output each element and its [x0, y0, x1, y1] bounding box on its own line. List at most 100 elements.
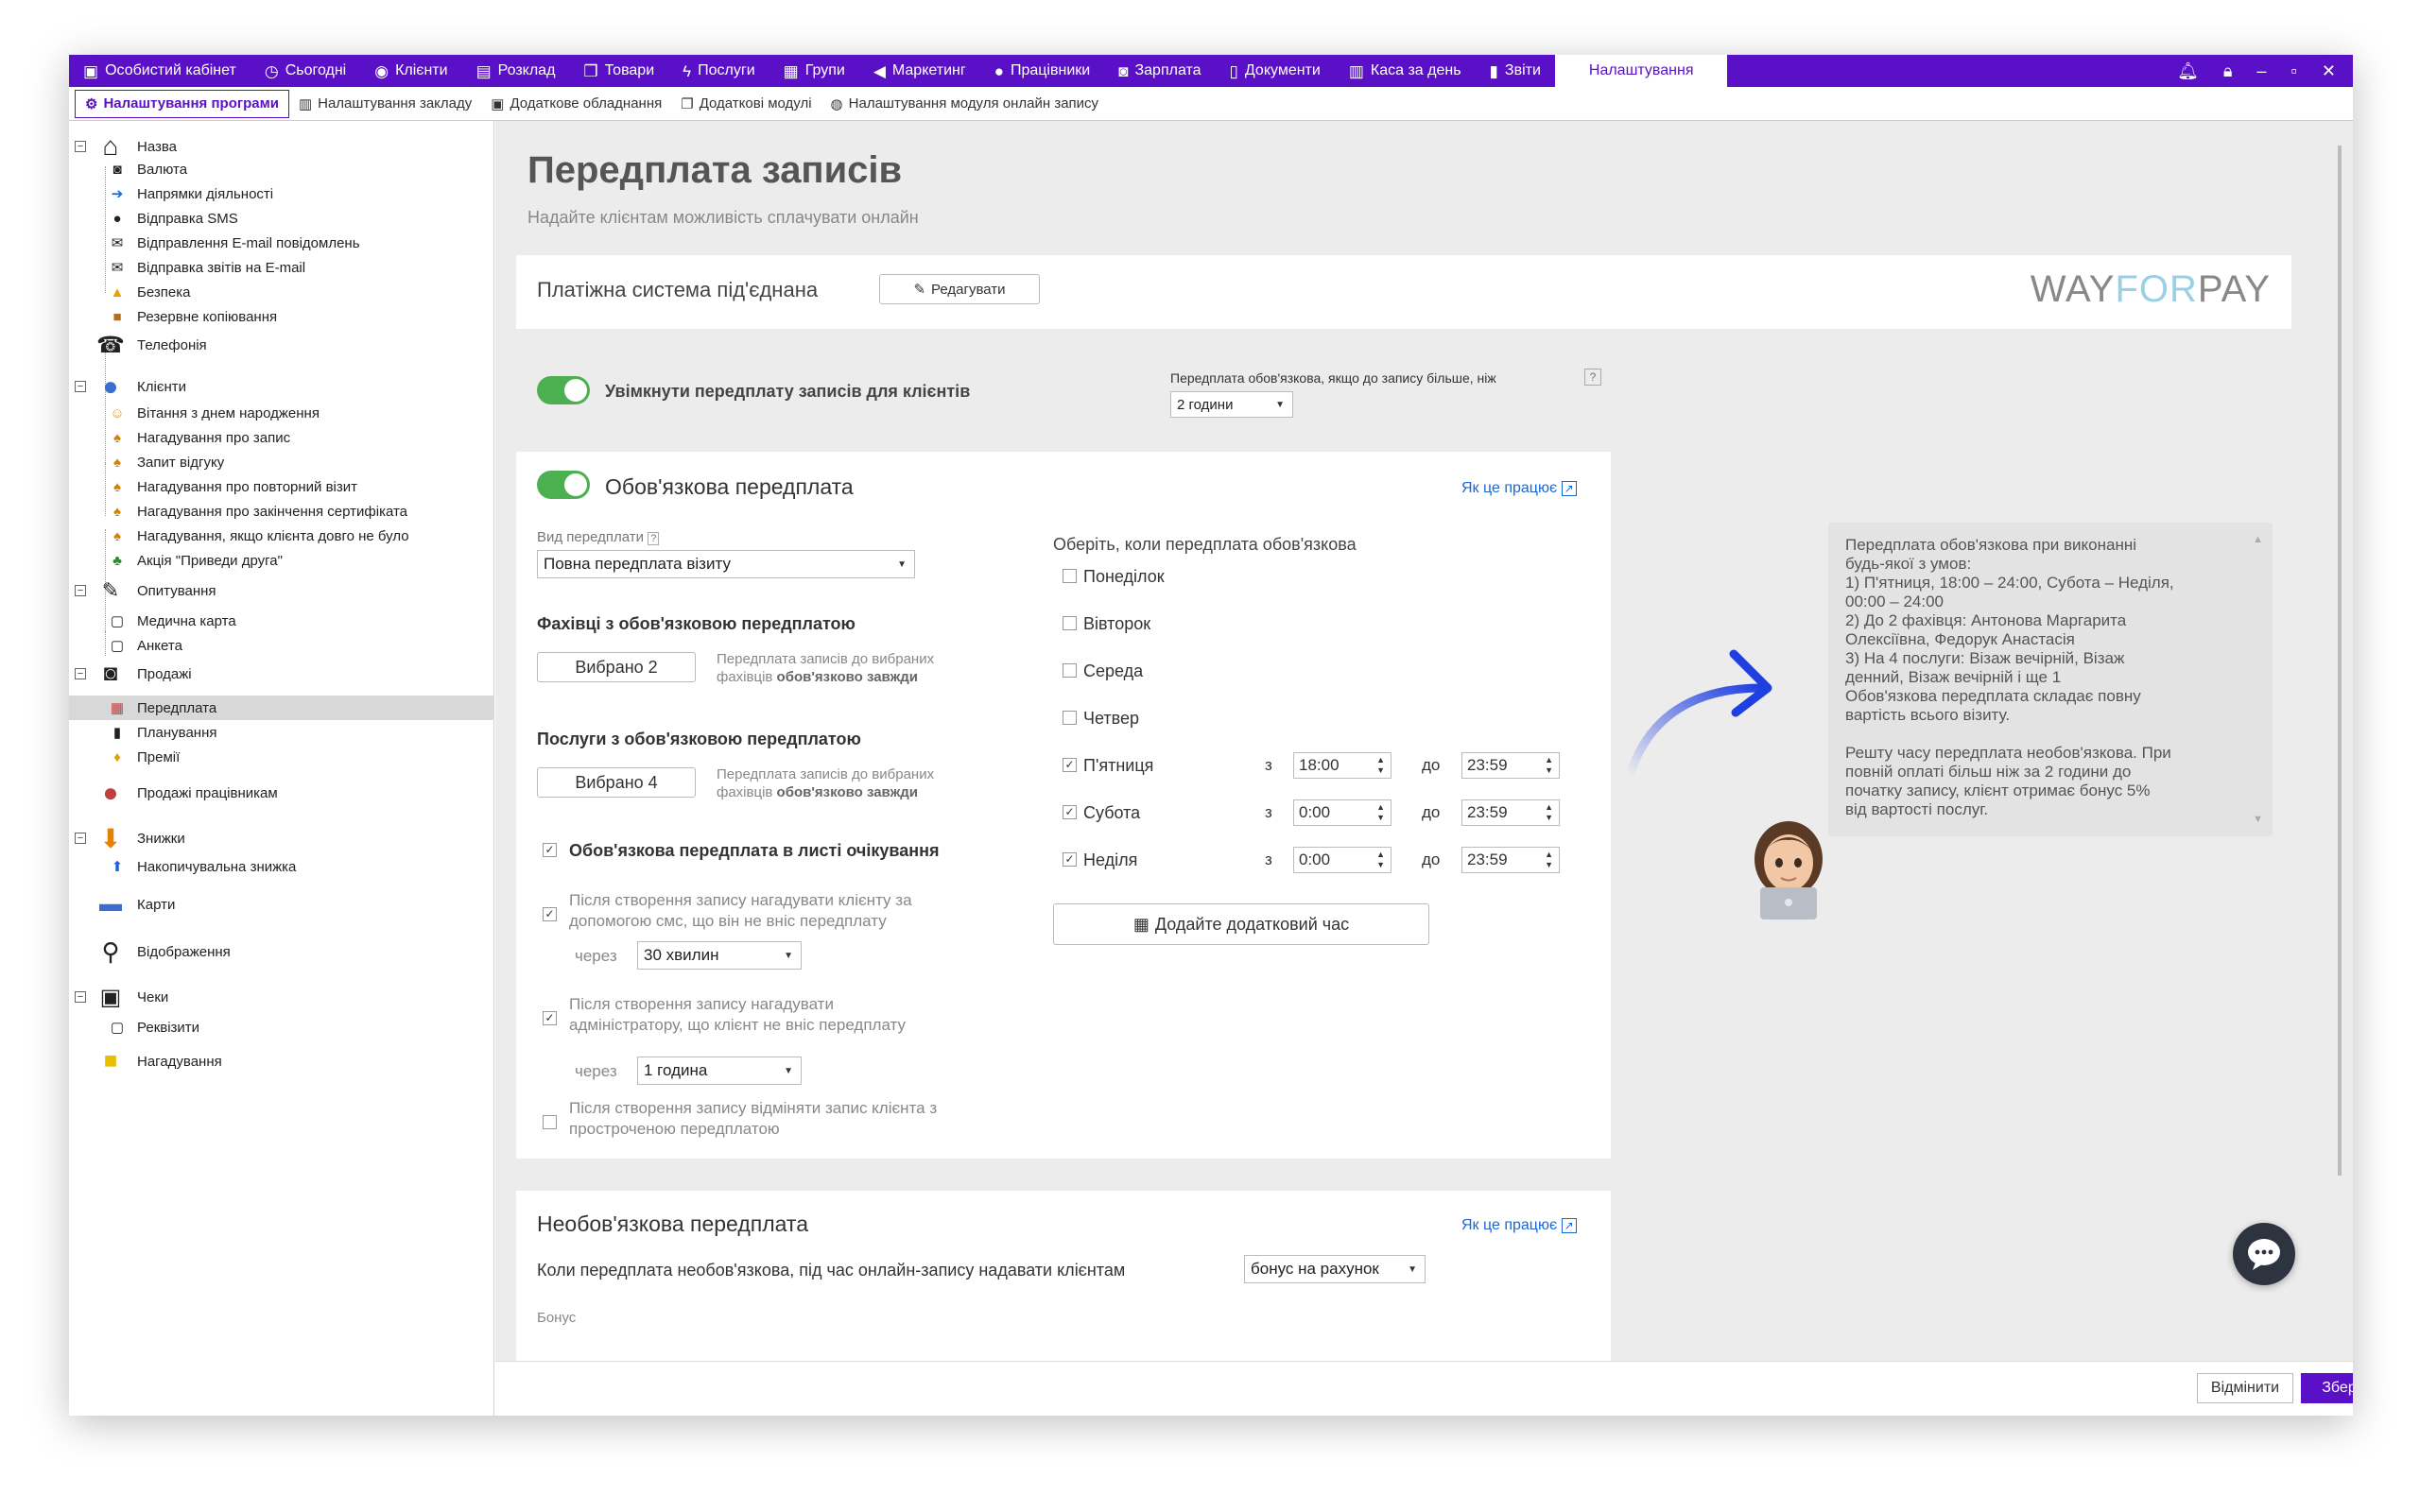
add-time-button[interactable]: ▦ Додайте додатковий час: [1053, 903, 1429, 945]
tree-item-napryamky[interactable]: ➔ Напрямки діяльності: [69, 181, 494, 206]
tree-item-repeat-visit[interactable]: ♠ Нагадування про повторний візит: [69, 474, 494, 499]
tree-item-rekvizyty[interactable]: ▢ Реквізити: [69, 1015, 494, 1040]
tab-marketing[interactable]: ◀ Маркетинг: [859, 55, 980, 87]
tree-item-cert-end[interactable]: ♠ Нагадування про закінчення сертифіката: [69, 499, 494, 524]
minimize-icon[interactable]: –: [2257, 61, 2267, 81]
subtab-equipment[interactable]: ▣ Додаткове обладнання: [481, 90, 671, 118]
how-it-works-link-2[interactable]: Як це працює ↗: [1461, 1217, 1577, 1234]
tree-item-telefonia[interactable]: ☎ Телефонія: [69, 333, 494, 358]
collapse-toggle[interactable]: −: [75, 585, 86, 596]
tree-item-planuvannya[interactable]: ▮ Планування: [69, 720, 494, 745]
tree-item-remind-visit[interactable]: ♠ Нагадування про запис: [69, 425, 494, 450]
tree-item-email-reports[interactable]: ✉ Відправка звітів на E-mail: [69, 255, 494, 280]
save-button[interactable]: Зберегти: [2301, 1373, 2353, 1403]
saturday-to-time[interactable]: 23:59 ▲ ▼: [1461, 799, 1560, 826]
collapse-toggle[interactable]: −: [75, 668, 86, 679]
spinner-arrows-icon[interactable]: ▲ ▼: [1376, 850, 1385, 870]
chat-button[interactable]: [2233, 1223, 2295, 1285]
mandatory-prepayment-toggle[interactable]: [537, 471, 590, 499]
optional-bonus-select[interactable]: бонус на рахунок ▼: [1244, 1255, 1426, 1283]
tree-item-bezpeka[interactable]: ▲ Безпека: [69, 280, 494, 304]
sms-delay-select[interactable]: 30 хвилин ▼: [637, 941, 802, 970]
tree-item-prodazhi[interactable]: − ◙ Продажі: [69, 661, 494, 686]
tree-item-nazva[interactable]: − ⌂ Назва: [69, 131, 494, 161]
saturday-from-time[interactable]: 0:00 ▲ ▼: [1293, 799, 1392, 826]
spinner-arrows-icon[interactable]: ▲ ▼: [1545, 755, 1553, 776]
tree-item-bring-friend[interactable]: ♣ Акція "Приведи друга": [69, 548, 494, 573]
waitlist-checkbox[interactable]: ✓: [543, 843, 557, 857]
subtab-modules[interactable]: ❐ Додаткові модулі: [671, 90, 821, 118]
tree-item-anketa[interactable]: ▢ Анкета: [69, 633, 494, 658]
specialists-select-button[interactable]: Вибрано 2: [537, 652, 696, 682]
content-scrollbar[interactable]: [2338, 146, 2342, 1176]
edit-payment-button[interactable]: ✎ Редагувати: [879, 274, 1040, 304]
day-wednesday-checkbox[interactable]: [1063, 663, 1077, 678]
tab-cabinet[interactable]: ▣ Особистий кабінет: [69, 55, 251, 87]
tree-item-nahaduvannya[interactable]: ■ Нагадування: [69, 1048, 494, 1074]
tab-salary[interactable]: ◙ Зарплата: [1104, 55, 1215, 87]
tree-item-opytuvannya[interactable]: − ✎ Опитування: [69, 578, 494, 603]
cancel-expired-checkbox[interactable]: [543, 1115, 557, 1129]
tree-item-email-notif[interactable]: ✉ Відправлення E-mail повідомлень: [69, 231, 494, 255]
day-sunday-checkbox[interactable]: ✓: [1063, 852, 1077, 867]
subtab-program-settings[interactable]: ⚙ Налаштування програми: [75, 89, 289, 118]
maximize-icon[interactable]: ▫: [2291, 61, 2297, 81]
sms-remind-checkbox[interactable]: ✓: [543, 907, 557, 921]
threshold-select[interactable]: 2 години ▼: [1170, 391, 1293, 418]
tab-today[interactable]: ◷ Сьогодні: [251, 55, 360, 87]
sunday-to-time[interactable]: 23:59 ▲ ▼: [1461, 847, 1560, 873]
tab-documents[interactable]: ▯ Документи: [1216, 55, 1335, 87]
subtab-online-booking[interactable]: ◍ Налаштування модуля онлайн запису: [821, 90, 1109, 118]
cancel-button[interactable]: Відмінити: [2197, 1373, 2293, 1403]
subtab-venue-settings[interactable]: ▥ Налаштування закладу: [289, 90, 481, 118]
day-monday-checkbox[interactable]: [1063, 569, 1077, 583]
tree-item-vidobrazhennya[interactable]: ⚲ Відображення: [69, 937, 494, 966]
close-icon[interactable]: ✕: [2322, 61, 2336, 81]
tab-reports[interactable]: ▮ Звіти: [1476, 55, 1555, 87]
tree-item-staff-sales[interactable]: ● Продажі працівникам: [69, 778, 494, 807]
bell-icon[interactable]: 🔔︎: [2177, 61, 2199, 81]
tree-item-backup[interactable]: ■ Резервне копіювання: [69, 304, 494, 329]
collapse-toggle[interactable]: −: [75, 141, 86, 152]
tree-item-peredplata[interactable]: ▦ Передплата: [69, 696, 494, 720]
admin-remind-checkbox[interactable]: ✓: [543, 1011, 557, 1025]
tree-item-long-absent[interactable]: ♠ Нагадування, якщо клієнта довго не було: [69, 524, 494, 548]
tree-item-cumulative[interactable]: ⬆ Накопичувальна знижка: [69, 854, 494, 879]
tree-item-med-card[interactable]: ▢ Медична карта: [69, 609, 494, 633]
day-friday-checkbox[interactable]: ✓: [1063, 758, 1077, 772]
tab-settings[interactable]: Налаштування: [1554, 55, 1728, 87]
scroll-up-icon[interactable]: ▲: [2253, 530, 2263, 549]
collapse-toggle[interactable]: −: [75, 381, 86, 392]
tab-services[interactable]: ϟ Послуги: [668, 55, 769, 87]
prepay-type-select[interactable]: Повна передплата візиту ▼: [537, 550, 915, 578]
scroll-down-icon[interactable]: ▼: [2253, 810, 2263, 829]
spinner-arrows-icon[interactable]: ▲ ▼: [1376, 802, 1385, 823]
spinner-arrows-icon[interactable]: ▲ ▼: [1545, 850, 1553, 870]
tree-item-sms[interactable]: ● Відправка SMS: [69, 206, 494, 231]
day-thursday-checkbox[interactable]: [1063, 711, 1077, 725]
tab-groups[interactable]: ▦ Групи: [769, 55, 859, 87]
tab-goods[interactable]: ❒ Товари: [569, 55, 668, 87]
services-select-button[interactable]: Вибрано 4: [537, 767, 696, 798]
tab-staff[interactable]: ● Працівники: [980, 55, 1105, 87]
how-it-works-link[interactable]: Як це працює ↗: [1461, 480, 1577, 497]
tab-schedule[interactable]: ▤ Розклад: [462, 55, 570, 87]
spinner-arrows-icon[interactable]: ▲ ▼: [1376, 755, 1385, 776]
tree-item-birthday[interactable]: ☺ Вітання з днем народження: [69, 401, 494, 425]
tab-cashbox[interactable]: ▥ Каса за день: [1335, 55, 1476, 87]
admin-delay-select[interactable]: 1 година ▼: [637, 1057, 802, 1085]
tree-item-valuta[interactable]: ◙ Валюта: [69, 157, 494, 181]
help-icon[interactable]: ?: [1584, 369, 1601, 386]
collapse-toggle[interactable]: −: [75, 991, 86, 1003]
tree-item-premii[interactable]: ♦ Премії: [69, 745, 494, 769]
sunday-from-time[interactable]: 0:00 ▲ ▼: [1293, 847, 1392, 873]
tree-item-feedback[interactable]: ♠ Запит відгуку: [69, 450, 494, 474]
tree-item-klienty[interactable]: − ● Клієнти: [69, 371, 494, 401]
lock-icon[interactable]: 🔒︎: [2223, 61, 2233, 81]
spinner-arrows-icon[interactable]: ▲ ▼: [1545, 802, 1553, 823]
day-saturday-checkbox[interactable]: ✓: [1063, 805, 1077, 819]
friday-to-time[interactable]: 23:59 ▲ ▼: [1461, 752, 1560, 779]
enable-prepayment-toggle[interactable]: [537, 376, 590, 404]
tab-clients[interactable]: ◉ Клієнти: [360, 55, 461, 87]
help-icon[interactable]: ?: [648, 532, 660, 545]
